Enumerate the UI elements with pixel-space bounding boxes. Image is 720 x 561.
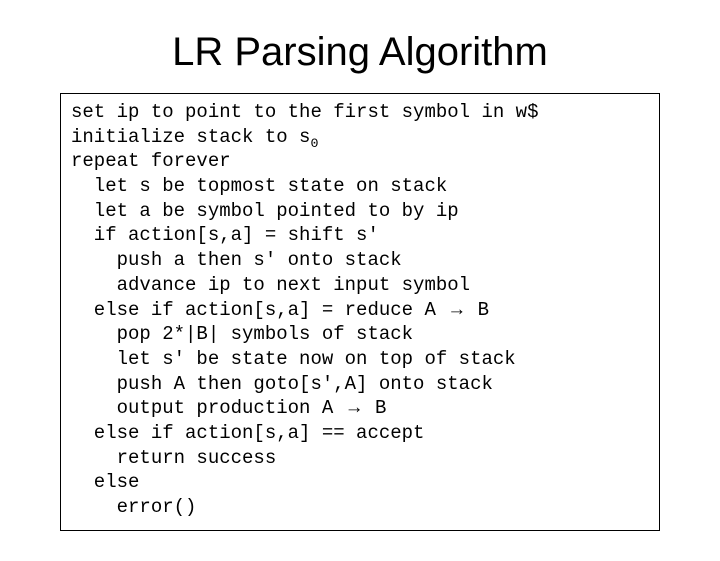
algorithm-box: set ip to point to the first symbol in w… [60,93,660,531]
code-line: B [466,299,489,321]
code-line: pop 2*|B| symbols of stack [71,323,413,345]
code-line: else if action[s,a] == accept [71,422,424,444]
code-line: advance ip to next input symbol [71,274,470,296]
slide-title: LR Parsing Algorithm [60,30,660,75]
slide: LR Parsing Algorithm set ip to point to … [0,0,720,561]
code-line: return success [71,447,276,469]
code-line: else if action[s,a] = reduce A [71,299,447,321]
subscript: 0 [310,135,318,150]
code-line: repeat forever [71,150,231,172]
code-line: output production A [71,397,345,419]
code-line: let a be symbol pointed to by ip [71,200,459,222]
code-line: push a then s' onto stack [71,249,402,271]
code-line: if action[s,a] = shift s' [71,224,379,246]
code-line: else [71,471,139,493]
code-line: set ip to point to the first symbol in w… [71,101,538,123]
code-line: let s' be state now on top of stack [71,348,516,370]
code-line: push A then goto[s',A] onto stack [71,373,493,395]
arrow-icon: → [345,397,364,418]
code-line: B [364,397,387,419]
code-line: let s be topmost state on stack [71,175,447,197]
arrow-icon: → [447,299,466,320]
code-line: initialize stack to s [71,126,310,148]
code-line: error() [71,496,196,518]
